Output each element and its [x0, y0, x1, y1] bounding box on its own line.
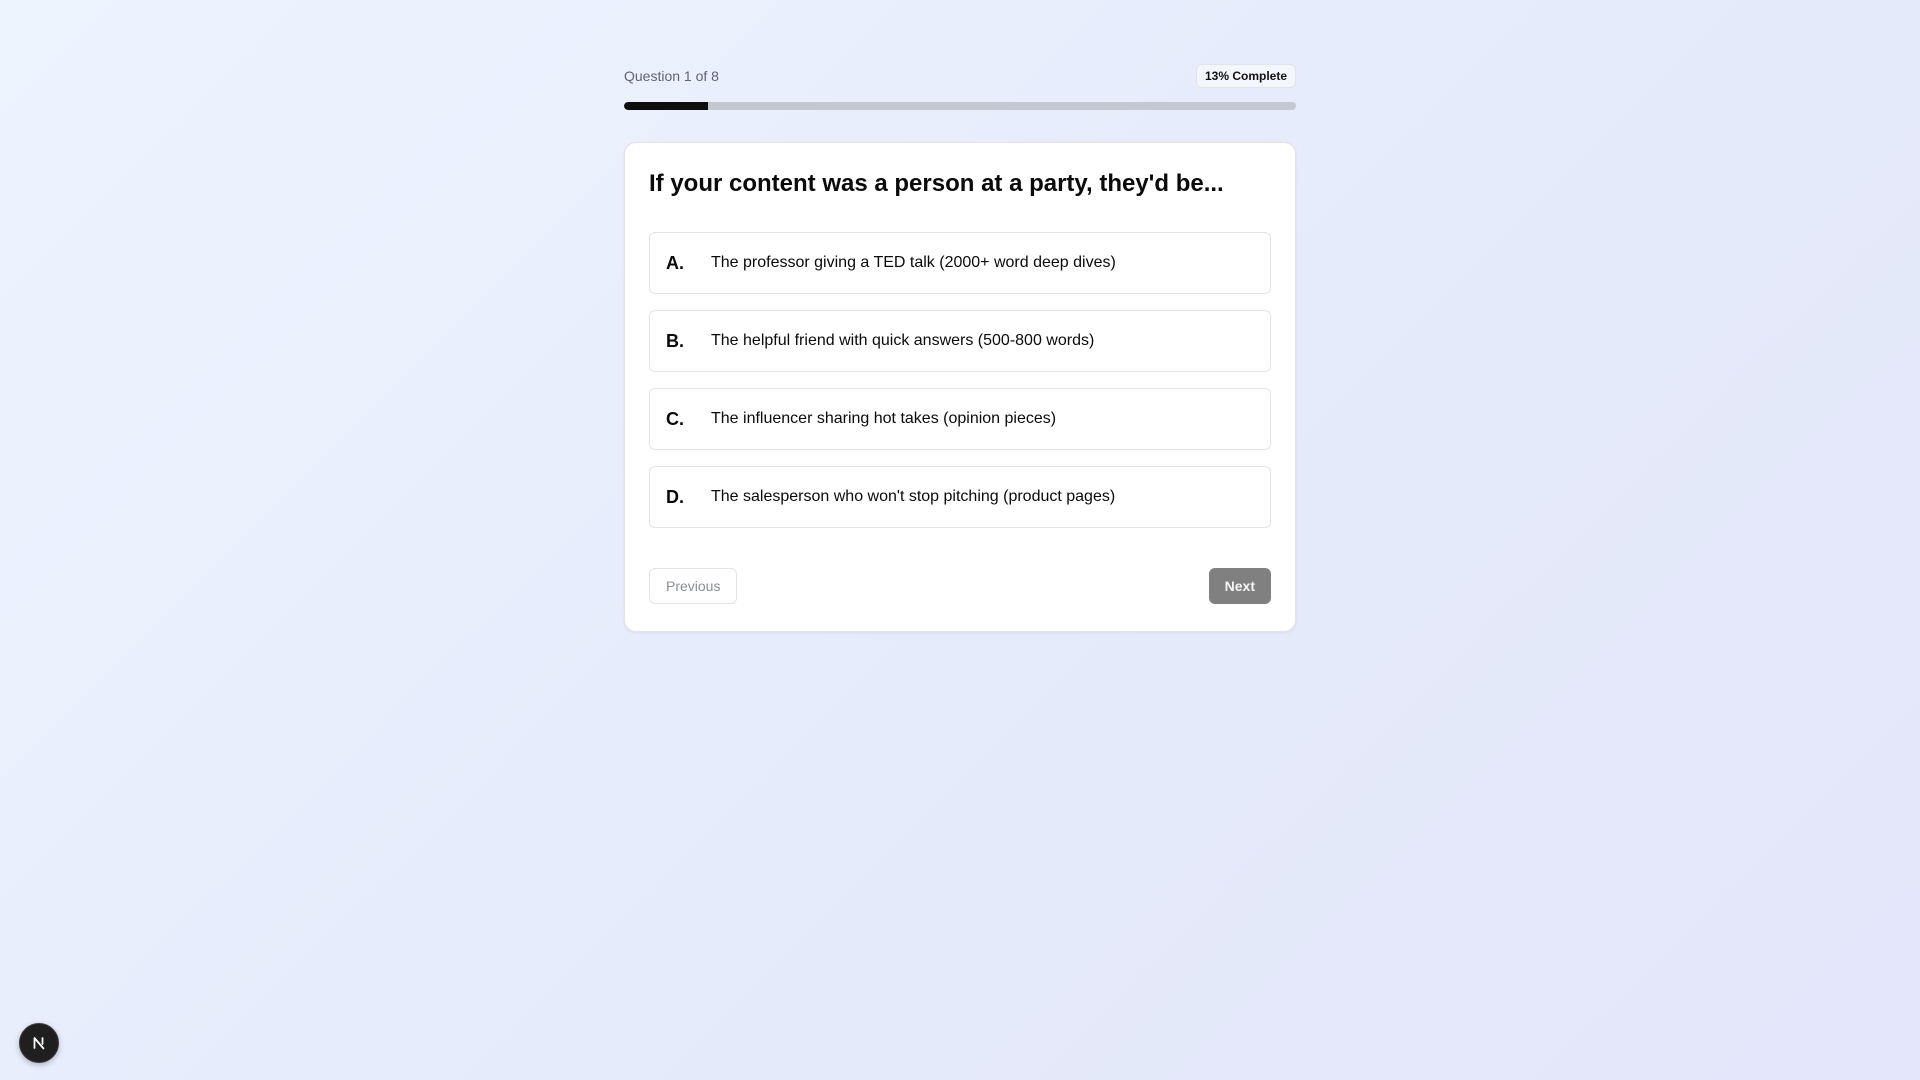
answer-option-d[interactable]: D. The salesperson who won't stop pitchi… [649, 466, 1271, 528]
nextjs-dev-indicator[interactable] [19, 1023, 59, 1063]
question-title: If your content was a person at a party,… [649, 170, 1224, 197]
nextjs-logo-icon [33, 1037, 45, 1050]
option-letter: D. [666, 486, 684, 507]
option-text: The professor giving a TED talk (2000+ w… [711, 254, 1116, 271]
answer-option-a[interactable]: A. The professor giving a TED talk (2000… [649, 232, 1271, 294]
previous-button[interactable]: Previous [649, 568, 738, 604]
quiz-header: Question 1 of 8 13% Complete [624, 64, 1296, 88]
option-text: The helpful friend with quick answers (5… [711, 332, 1095, 349]
next-button[interactable]: Next [1208, 568, 1271, 604]
option-letter: C. [666, 408, 684, 429]
quiz-container: Question 1 of 8 13% Complete If your con… [624, 64, 1296, 632]
option-text: The salesperson who won't stop pitching … [711, 488, 1116, 505]
answer-options: A. The professor giving a TED talk (2000… [649, 232, 1271, 528]
progress-bar-fill [624, 102, 708, 110]
quiz-navigation: Previous Next [649, 568, 1271, 604]
answer-option-b[interactable]: B. The helpful friend with quick answers… [649, 310, 1271, 372]
progress-bar [624, 102, 1296, 110]
question-counter: Question 1 of 8 [624, 68, 719, 84]
option-letter: A. [666, 252, 684, 273]
completion-badge: 13% Complete [1195, 64, 1296, 88]
option-text: The influencer sharing hot takes (opinio… [711, 410, 1057, 427]
answer-option-c[interactable]: C. The influencer sharing hot takes (opi… [649, 388, 1271, 450]
question-card: If your content was a person at a party,… [624, 142, 1296, 632]
option-letter: B. [666, 330, 684, 351]
